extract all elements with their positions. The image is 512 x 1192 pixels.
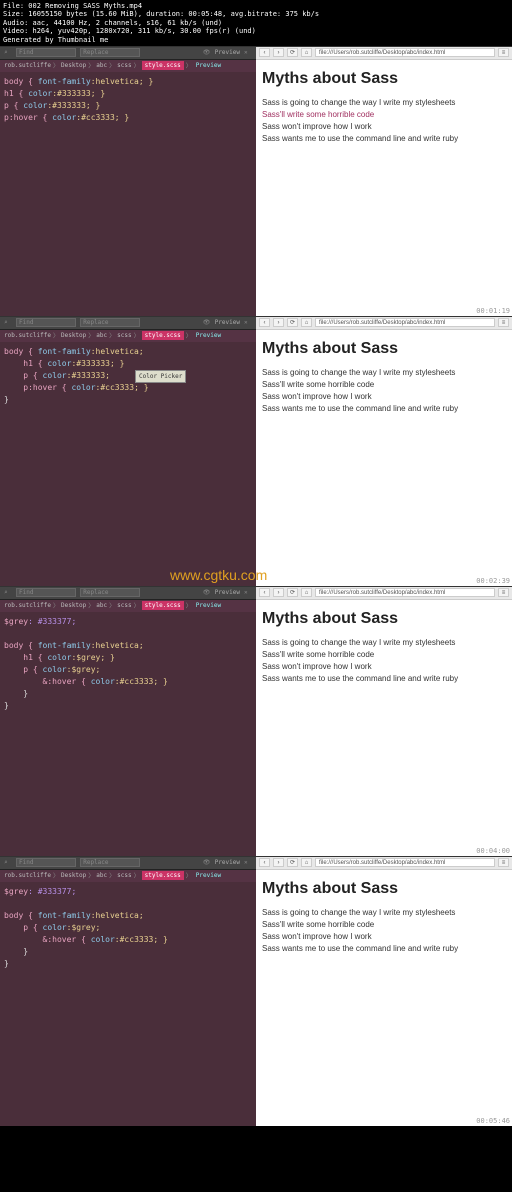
page-content: Myths about Sass Sass is going to change… (256, 60, 512, 316)
close-icon[interactable]: ✕ (244, 319, 252, 327)
home-button[interactable]: ⌂ (301, 858, 312, 867)
eye-icon[interactable]: 👁 (203, 49, 211, 57)
search-icon: ⌕ (4, 859, 12, 867)
thumbnail-1: ⌕ Find Replace 👁 Preview ✕ rob.sutcliffe… (0, 46, 512, 316)
page-title: Myths about Sass (262, 880, 506, 898)
menu-button[interactable]: ≡ (498, 48, 509, 57)
preview-label[interactable]: Preview (215, 49, 240, 56)
bc-user[interactable]: rob.sutcliffe (4, 62, 51, 69)
bc-desktop[interactable]: Desktop (61, 62, 86, 69)
close-icon[interactable]: ✕ (244, 49, 252, 57)
menu-button[interactable]: ≡ (498, 318, 509, 327)
home-button[interactable]: ⌂ (301, 318, 312, 327)
menu-button[interactable]: ≡ (498, 588, 509, 597)
url-bar[interactable]: file:///Users/rob.sutcliffe/Desktop/abc/… (315, 858, 495, 867)
replace-input[interactable]: Replace (80, 318, 140, 327)
back-button[interactable]: ‹ (259, 48, 270, 57)
code-area[interactable]: body { font-family:helvetica; h1 { color… (0, 342, 256, 586)
code-area[interactable]: body { font-family:helvetica; } h1 { col… (0, 72, 256, 316)
find-input[interactable]: Find (16, 858, 76, 867)
forward-button[interactable]: › (273, 588, 284, 597)
search-icon: ⌕ (4, 319, 12, 327)
thumbnail-4: ⌕ Find Replace 👁 Preview ✕ rob.sutcliffe… (0, 856, 512, 1126)
timestamp: 00:01:19 (476, 307, 510, 315)
eye-icon[interactable]: 👁 (203, 859, 211, 867)
page-title: Myths about Sass (262, 610, 506, 628)
find-input[interactable]: Find (16, 48, 76, 57)
ffprobe-meta: File: 002 Removing SASS Myths.mp4 Size: … (0, 0, 512, 46)
eye-icon[interactable]: 👁 (203, 589, 211, 597)
forward-button[interactable]: › (273, 48, 284, 57)
bc-file[interactable]: style.scss (142, 61, 184, 70)
back-button[interactable]: ‹ (259, 588, 270, 597)
back-button[interactable]: ‹ (259, 858, 270, 867)
browser-toolbar: ‹ › ⟳ ⌂ file:///Users/rob.sutcliffe/Desk… (256, 47, 512, 60)
thumbnail-3: ⌕ Find Replace 👁 Preview ✕ rob.sutcliffe… (0, 586, 512, 856)
close-icon[interactable]: ✕ (244, 589, 252, 597)
myth-2[interactable]: Sass'll write some horrible code (262, 110, 506, 119)
thumbnail-2: ⌕ Find Replace 👁 Preview ✕ rob.sutcliffe… (0, 316, 512, 586)
replace-input[interactable]: Replace (80, 48, 140, 57)
url-bar[interactable]: file:///Users/rob.sutcliffe/Desktop/abc/… (315, 318, 495, 327)
forward-button[interactable]: › (273, 858, 284, 867)
close-icon[interactable]: ✕ (244, 859, 252, 867)
home-button[interactable]: ⌂ (301, 48, 312, 57)
reload-button[interactable]: ⟳ (287, 318, 298, 327)
browser-pane: ‹ › ⟳ ⌂ file:///Users/rob.sutcliffe/Desk… (256, 47, 512, 316)
reload-button[interactable]: ⟳ (287, 858, 298, 867)
url-bar[interactable]: file:///Users/rob.sutcliffe/Desktop/abc/… (315, 48, 495, 57)
code-area[interactable]: $grey: #333377; body { font-family:helve… (0, 612, 256, 856)
replace-input[interactable]: Replace (80, 858, 140, 867)
myth-3[interactable]: Sass won't improve how I work (262, 122, 506, 131)
breadcrumb: rob.sutcliffe 〉 Desktop 〉 abc 〉 scss 〉 s… (0, 60, 256, 72)
bc-preview[interactable]: Preview (194, 61, 223, 70)
find-input[interactable]: Find (16, 588, 76, 597)
color-picker-tooltip: Color Picker (135, 370, 186, 383)
search-icon: ⌕ (4, 49, 12, 57)
myth-1[interactable]: Sass is going to change the way I write … (262, 98, 506, 107)
watermark: www.cgtku.com (170, 567, 267, 583)
editor-toolbar: ⌕ Find Replace 👁 Preview ✕ (0, 47, 256, 60)
reload-button[interactable]: ⟳ (287, 588, 298, 597)
page-title: Myths about Sass (262, 340, 506, 358)
home-button[interactable]: ⌂ (301, 588, 312, 597)
bc-abc[interactable]: abc (96, 62, 107, 69)
eye-icon[interactable]: 👁 (203, 319, 211, 327)
bc-scss[interactable]: scss (117, 62, 131, 69)
code-area[interactable]: $grey: #333377; body { font-family:helve… (0, 882, 256, 1126)
replace-input[interactable]: Replace (80, 588, 140, 597)
myth-4[interactable]: Sass wants me to use the command line an… (262, 134, 506, 143)
url-bar[interactable]: file:///Users/rob.sutcliffe/Desktop/abc/… (315, 588, 495, 597)
forward-button[interactable]: › (273, 318, 284, 327)
page-title: Myths about Sass (262, 70, 506, 88)
back-button[interactable]: ‹ (259, 318, 270, 327)
search-icon: ⌕ (4, 589, 12, 597)
reload-button[interactable]: ⟳ (287, 48, 298, 57)
editor-pane: ⌕ Find Replace 👁 Preview ✕ rob.sutcliffe… (0, 47, 256, 316)
menu-button[interactable]: ≡ (498, 858, 509, 867)
find-input[interactable]: Find (16, 318, 76, 327)
